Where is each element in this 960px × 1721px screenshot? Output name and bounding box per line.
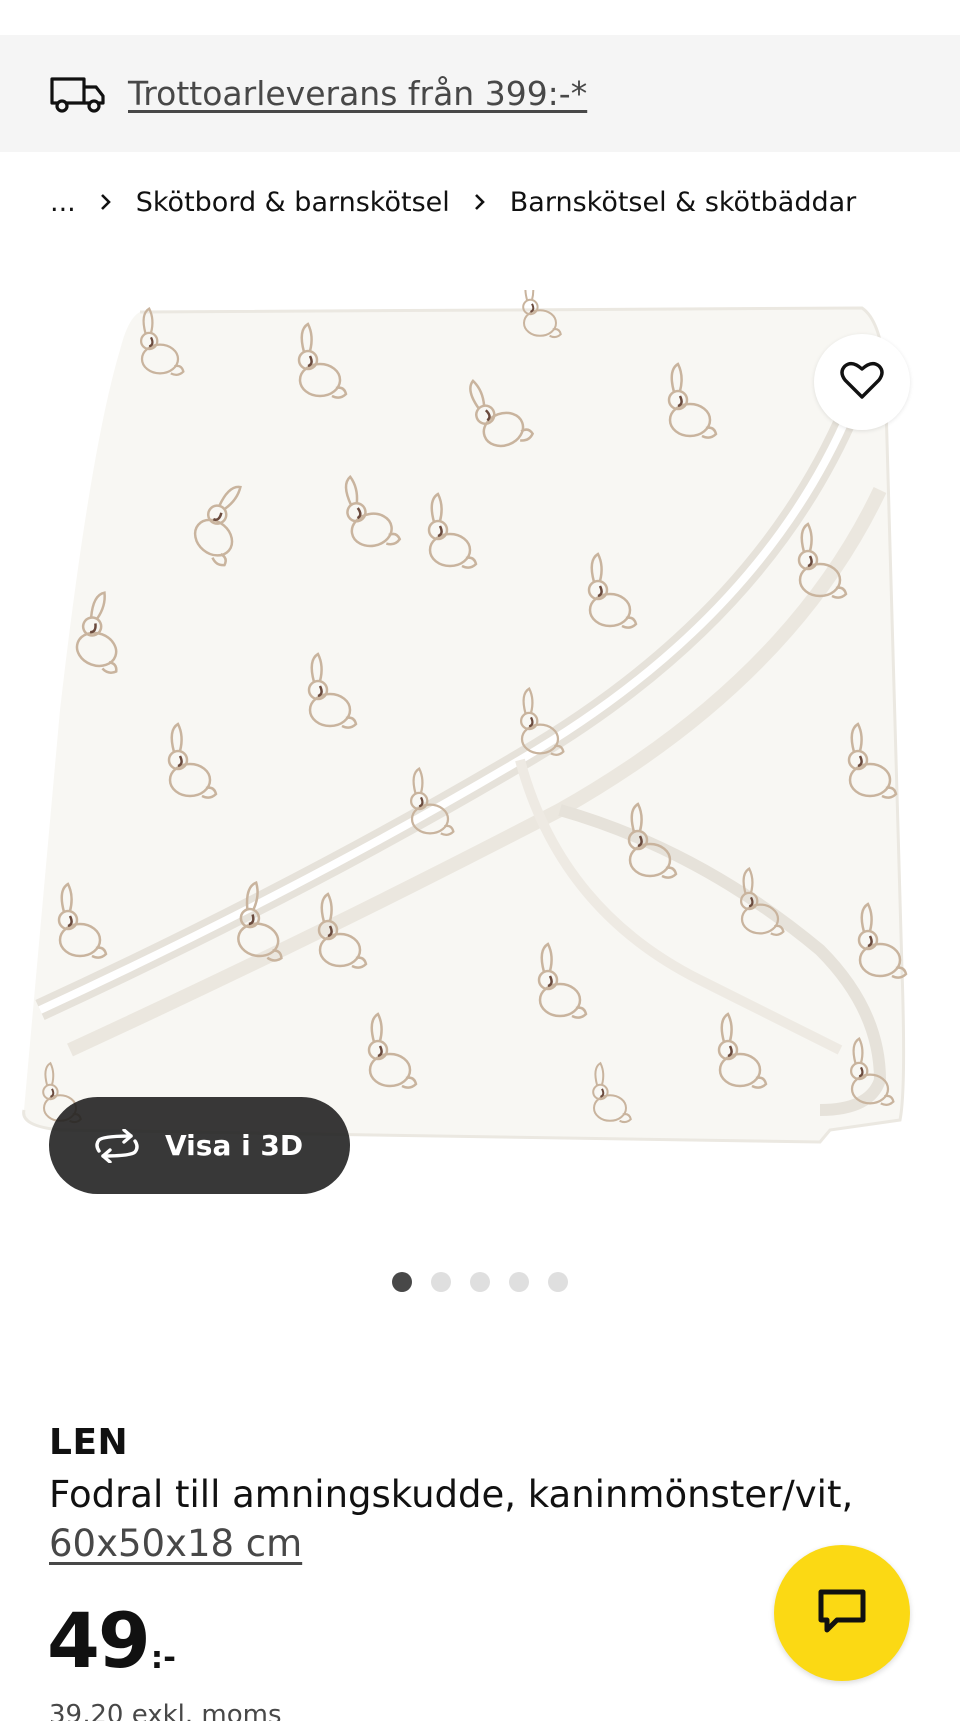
chat-button[interactable]	[774, 1545, 910, 1681]
view-in-3d-label: Visa i 3D	[165, 1129, 304, 1162]
delivery-info-link[interactable]: Trottoarleverans från 399:-*	[128, 74, 587, 113]
product-description: Fodral till amningskudde, kaninmönster/v…	[49, 1470, 909, 1568]
chat-icon	[817, 1588, 867, 1638]
breadcrumb-item-babycare[interactable]: Barnskötsel & skötbäddar	[510, 187, 857, 218]
rotate-3d-icon	[91, 1128, 143, 1163]
product-price: 49 :-	[47, 1598, 176, 1684]
carousel-dot[interactable]	[509, 1272, 529, 1292]
view-in-3d-button[interactable]: Visa i 3D	[49, 1097, 350, 1194]
price-excl-vat: 39,20 exkl. moms	[49, 1700, 282, 1721]
breadcrumb-item-changing[interactable]: Skötbord & barnskötsel	[136, 187, 450, 218]
breadcrumb: ... Skötbord & barnskötsel Barnskötsel &…	[50, 182, 856, 222]
truck-icon	[50, 74, 106, 114]
product-name: LEN	[49, 1422, 129, 1463]
price-suffix: :-	[150, 1640, 177, 1676]
carousel-pagination	[392, 1272, 568, 1292]
chevron-right-icon	[468, 192, 492, 212]
carousel-dot[interactable]	[470, 1272, 490, 1292]
carousel-dot[interactable]	[392, 1272, 412, 1292]
product-description-text: Fodral till amningskudde, kaninmönster/v…	[49, 1473, 854, 1516]
carousel-dot[interactable]	[431, 1272, 451, 1292]
chevron-right-icon	[94, 192, 118, 212]
price-integer: 49	[47, 1596, 151, 1685]
product-size-link[interactable]: 60x50x18 cm	[49, 1522, 302, 1565]
heart-icon	[840, 360, 884, 404]
carousel-dot[interactable]	[548, 1272, 568, 1292]
breadcrumb-ellipsis[interactable]: ...	[50, 187, 76, 218]
save-to-favourites-button[interactable]	[814, 334, 910, 430]
delivery-banner: Trottoarleverans från 399:-*	[0, 35, 960, 152]
